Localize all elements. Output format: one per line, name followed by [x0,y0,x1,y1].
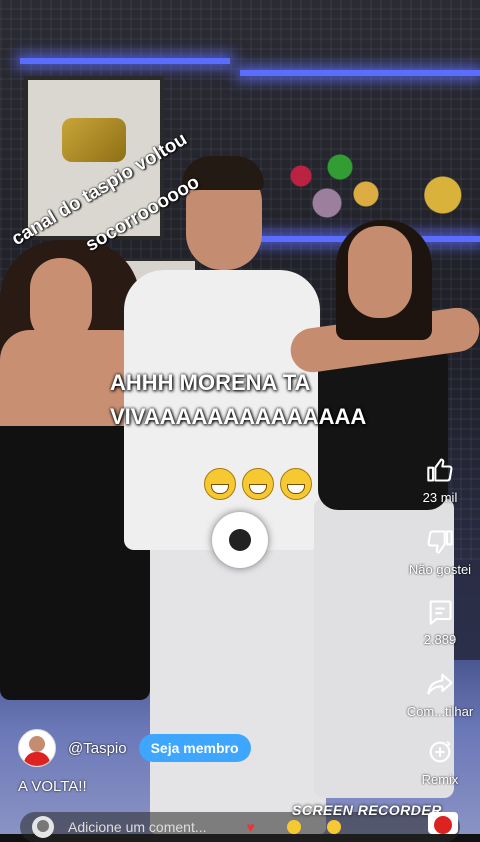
remix-label: Remix [421,772,459,787]
comment-icon [429,600,452,625]
join-membership-button[interactable]: Seja membro [138,734,251,762]
thumbs-up-icon [427,458,453,482]
share-button[interactable]: Com...tilhar [400,670,480,719]
quick-emoji-reactions: ♥ [247,820,341,834]
like-count: 23 mil [422,490,458,505]
remix-button[interactable]: Remix [400,738,480,787]
person-middle-legs [150,530,326,834]
neon-strip [20,58,230,64]
grinning-face-emoji [280,468,312,500]
video-title[interactable]: A VOLTA!! [18,778,87,795]
worried-emoji[interactable] [326,820,341,834]
caption-text: AHHH MORENA TA VIVAAAAAAAAAAAAAA [110,370,367,429]
screen-recorder-watermark: SCREEN RECORDER [292,802,442,818]
comment-count: 2.889 [423,632,457,647]
person-right-face [348,226,412,318]
channel-avatar[interactable] [18,729,56,767]
pause-icon[interactable] [212,512,268,568]
thumbs-down-icon [427,530,453,554]
person-left-face [30,258,92,344]
remix-icon [429,740,451,763]
neon-strip [240,70,480,76]
grinning-face-emoji [242,468,274,500]
user-avatar [32,816,54,838]
caption-emojis [204,468,318,507]
grinning-face-emoji [204,468,236,500]
laughing-emoji[interactable] [286,820,301,834]
collectible-figures [262,140,392,230]
comments-button[interactable]: 2.889 [400,598,480,647]
heart-emoji[interactable]: ♥ [247,820,261,834]
comment-input[interactable]: Adicione um coment... [68,819,207,835]
channel-row: @Taspio Seja membro [18,729,251,767]
dislike-label: Não gostei [408,562,472,577]
recorder-avatar [428,812,458,834]
share-label: Com...tilhar [406,704,474,719]
collectible-figures [418,160,480,230]
dislike-button[interactable]: Não gostei [400,528,480,577]
like-button[interactable]: 23 mil [400,456,480,505]
share-icon [427,673,453,695]
channel-handle[interactable]: @Taspio [68,740,127,757]
